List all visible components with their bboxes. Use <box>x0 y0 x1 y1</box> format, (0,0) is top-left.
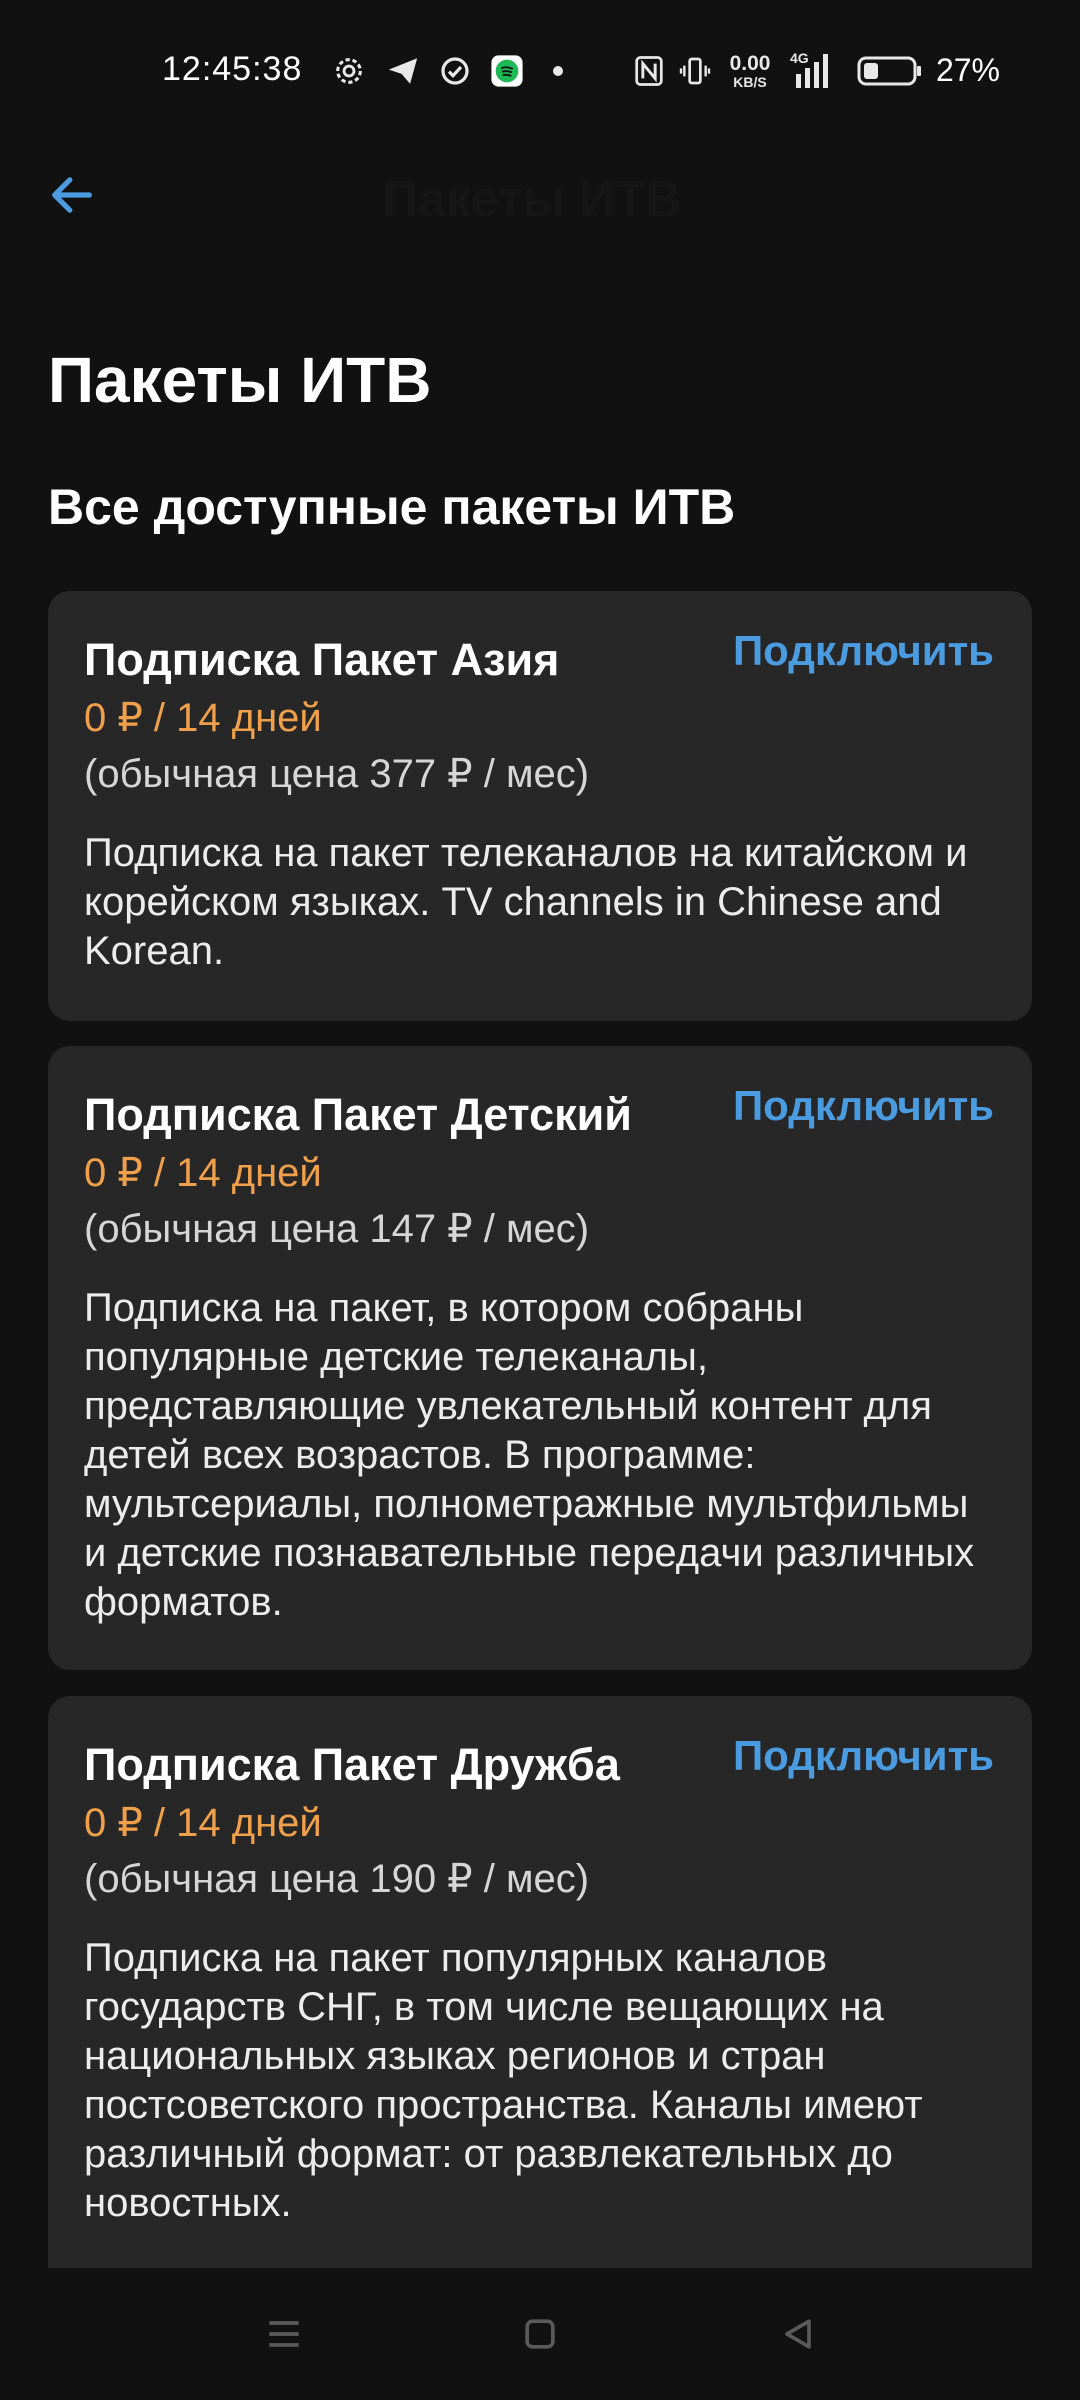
net-speed-value: 0.00 <box>729 52 771 75</box>
package-title: Подписка Пакет Дружба <box>84 1739 620 1790</box>
signal-icon: 4G <box>788 48 838 92</box>
arrow-left-icon <box>52 177 92 213</box>
package-card: Подписка Пакет Детский 0 ₽ / 14 дней (об… <box>48 1046 1032 1670</box>
connect-button[interactable]: Подключить <box>733 1732 994 1780</box>
home-button[interactable] <box>508 2302 572 2366</box>
net-speed: 0.00 KB/S <box>720 52 780 92</box>
nfc-icon <box>632 54 666 88</box>
settings-gear-icon <box>330 54 368 88</box>
network-type: 4G <box>790 50 809 66</box>
package-price: 0 ₽ / 14 дней <box>84 696 322 740</box>
telegram-icon <box>384 54 422 88</box>
package-regular-price: (обычная цена 377 ₽ / мес) <box>84 752 590 796</box>
package-card: Подписка Пакет Азия 0 ₽ / 14 дней (обычн… <box>48 591 1032 1021</box>
status-bar: 12:45:38 0.00 KB/S 4G 27% <box>0 0 1080 145</box>
home-square-icon <box>525 2319 555 2349</box>
spotify-icon <box>488 54 526 88</box>
system-nav-bar <box>0 2268 1080 2400</box>
connect-button[interactable]: Подключить <box>733 627 994 675</box>
menu-icon <box>269 2321 299 2347</box>
net-speed-unit: KB/S <box>733 74 767 90</box>
screen: 12:45:38 0.00 KB/S 4G 27% Пакеты ИТВ Пак… <box>0 0 1080 2400</box>
package-regular-price: (обычная цена 147 ₽ / мес) <box>84 1207 590 1251</box>
check-circle-icon <box>436 54 474 88</box>
package-regular-price: (обычная цена 190 ₽ / мес) <box>84 1857 590 1901</box>
menu-button[interactable] <box>252 2302 316 2366</box>
package-description: Подписка на пакет, в котором собраны поп… <box>84 1286 975 1624</box>
connect-button[interactable]: Подключить <box>733 1082 994 1130</box>
page-title: Пакеты ИТВ <box>48 344 432 416</box>
package-card: Подписка Пакет Дружба 0 ₽ / 14 дней (обы… <box>48 1696 1032 2268</box>
package-title: Подписка Пакет Азия <box>84 634 560 685</box>
vibrate-icon <box>678 54 712 88</box>
dot-icon <box>546 54 570 88</box>
package-description: Подписка на пакет популярных каналов гос… <box>84 1936 923 2225</box>
package-price: 0 ₽ / 14 дней <box>84 1151 322 1195</box>
section-title: Все доступные пакеты ИТВ <box>48 479 736 535</box>
status-time: 12:45:38 <box>162 50 303 88</box>
package-title: Подписка Пакет Детский <box>84 1089 632 1140</box>
package-price: 0 ₽ / 14 дней <box>84 1801 322 1845</box>
back-button[interactable] <box>40 163 104 227</box>
back-nav-button[interactable] <box>766 2302 830 2366</box>
battery-icon <box>856 54 924 88</box>
package-description: Подписка на пакет телеканалов на китайск… <box>84 831 968 973</box>
battery-percent: 27% <box>935 52 1000 88</box>
triangle-back-icon <box>785 2319 811 2349</box>
appbar-title: Пакеты ИТВ <box>382 171 682 227</box>
app-bar: Пакеты ИТВ <box>0 145 1080 245</box>
